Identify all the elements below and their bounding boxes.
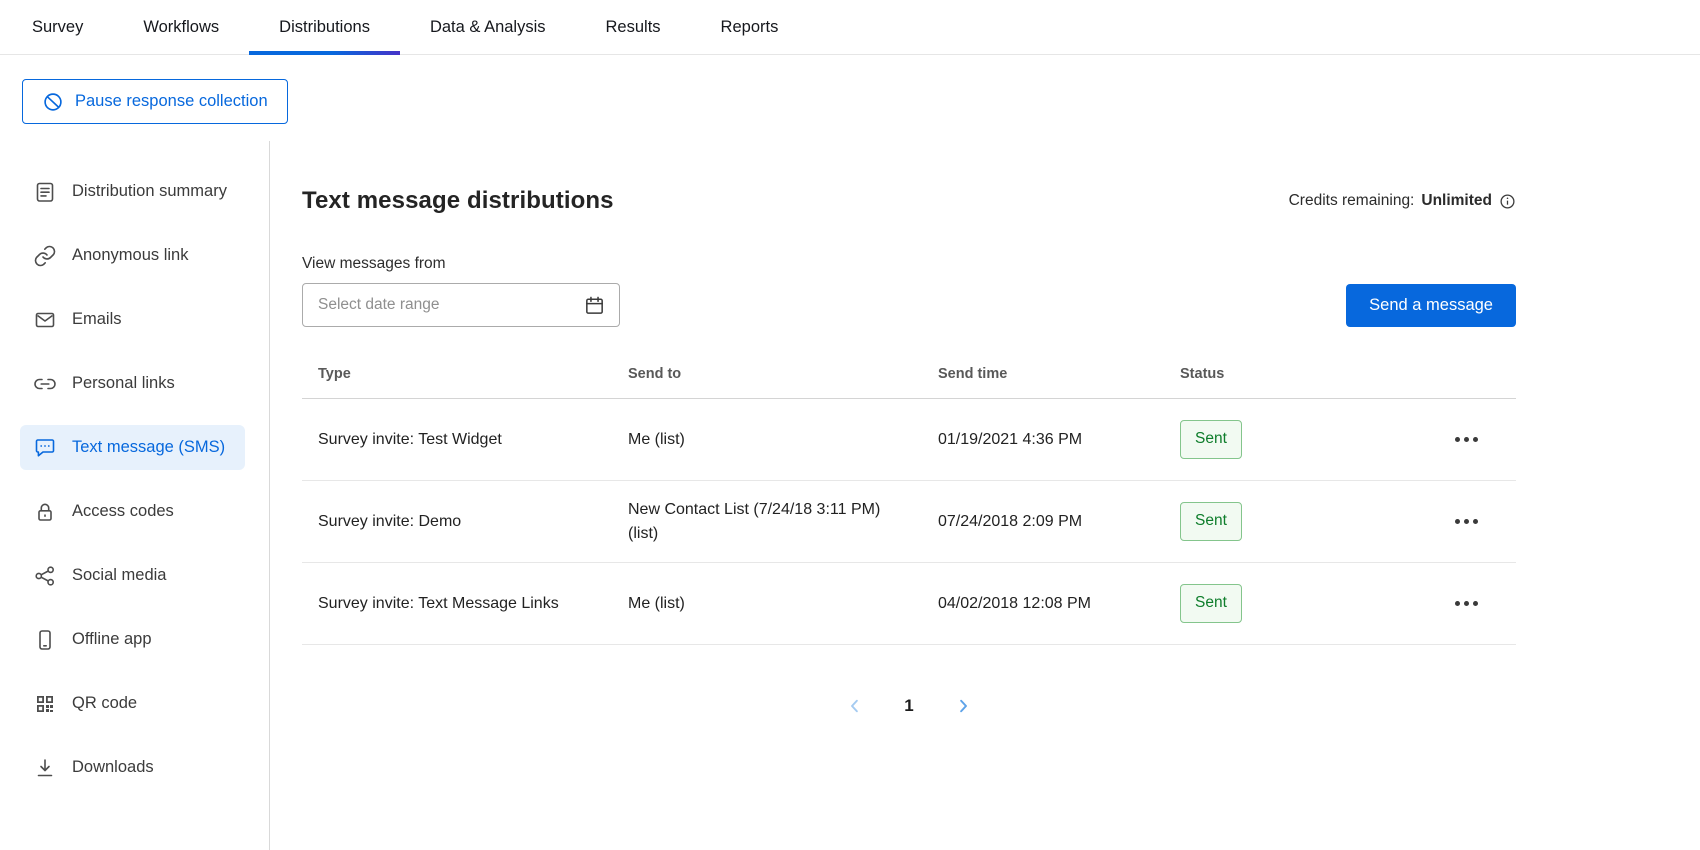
tab-label: Distributions: [279, 18, 370, 37]
qr-code-icon: [33, 692, 57, 716]
cell-send-to: Me (list): [612, 578, 922, 629]
sidebar-item-emails[interactable]: Emails: [20, 297, 245, 342]
cell-send-time: 01/19/2021 4:36 PM: [922, 414, 1164, 465]
status-badge: Sent: [1180, 502, 1242, 540]
calendar-icon[interactable]: [583, 294, 606, 317]
row-more-options-button[interactable]: [1453, 593, 1480, 614]
sidebar-item-label: Offline app: [72, 630, 152, 649]
sidebar-item-label: Social media: [72, 566, 166, 585]
sidebar-item-anonymous-link[interactable]: Anonymous link: [20, 233, 245, 278]
sidebar-item-label: Distribution summary: [72, 182, 227, 201]
row-more-options-button[interactable]: [1453, 511, 1480, 532]
tab-reports[interactable]: Reports: [691, 0, 809, 54]
cell-status: Sent: [1164, 406, 1404, 472]
document-icon: [33, 180, 57, 204]
sidebar-item-label: Anonymous link: [72, 246, 188, 265]
tab-label: Survey: [32, 18, 83, 37]
sidebar-item-label: Emails: [72, 310, 122, 329]
date-range-input[interactable]: [316, 295, 583, 315]
tab-label: Data & Analysis: [430, 18, 546, 37]
tab-survey[interactable]: Survey: [2, 0, 113, 54]
status-badge: Sent: [1180, 420, 1242, 458]
tab-label: Results: [606, 18, 661, 37]
pause-button-label: Pause response collection: [75, 92, 268, 111]
chat-bubble-icon: [33, 436, 57, 460]
tab-label: Reports: [721, 18, 779, 37]
share-icon: [33, 564, 57, 588]
mobile-icon: [33, 628, 57, 652]
sidebar-item-distribution-summary[interactable]: Distribution summary: [20, 169, 245, 214]
view-messages-label: View messages from: [302, 255, 1516, 273]
status-badge: Sent: [1180, 584, 1242, 622]
distribution-sidebar: Distribution summary Anonymous link Emai…: [0, 141, 270, 850]
credits-value: Unlimited: [1421, 192, 1492, 210]
column-header-send-time: Send time: [922, 366, 1164, 382]
cell-actions: [1404, 511, 1516, 532]
table-row: Survey invite: Demo New Contact List (7/…: [302, 481, 1516, 563]
sidebar-item-text-message-sms[interactable]: Text message (SMS): [20, 425, 245, 470]
cell-status: Sent: [1164, 488, 1404, 554]
cell-send-to: Me (list): [612, 414, 922, 465]
lock-icon: [33, 500, 57, 524]
pause-section: Pause response collection: [0, 55, 1700, 141]
next-page-button[interactable]: [950, 693, 976, 719]
tab-distributions[interactable]: Distributions: [249, 0, 400, 54]
sidebar-item-social-media[interactable]: Social media: [20, 553, 245, 598]
sidebar-item-qr-code[interactable]: QR code: [20, 681, 245, 726]
previous-page-button[interactable]: [842, 693, 868, 719]
pause-response-collection-button[interactable]: Pause response collection: [22, 79, 288, 124]
table-header-row: Type Send to Send time Status: [302, 350, 1516, 399]
sidebar-item-label: Personal links: [72, 374, 175, 393]
sidebar-item-downloads[interactable]: Downloads: [20, 745, 245, 790]
tab-data-analysis[interactable]: Data & Analysis: [400, 0, 576, 54]
credits-label: Credits remaining:: [1289, 192, 1415, 210]
date-range-field[interactable]: [302, 283, 620, 327]
column-header-send-to: Send to: [612, 366, 922, 382]
cell-actions: [1404, 593, 1516, 614]
link-icon: [33, 244, 57, 268]
prohibition-icon: [42, 91, 64, 113]
cell-send-time: 04/02/2018 12:08 PM: [922, 578, 1164, 629]
sidebar-item-label: Access codes: [72, 502, 174, 521]
sidebar-item-label: QR code: [72, 694, 137, 713]
distributions-table: Type Send to Send time Status Survey inv…: [302, 350, 1516, 645]
sidebar-item-offline-app[interactable]: Offline app: [20, 617, 245, 662]
tab-workflows[interactable]: Workflows: [113, 0, 249, 54]
cell-type: Survey invite: Test Widget: [302, 414, 612, 465]
sidebar-item-label: Downloads: [72, 758, 154, 777]
row-more-options-button[interactable]: [1453, 429, 1480, 450]
cell-actions: [1404, 429, 1516, 450]
table-row: Survey invite: Text Message Links Me (li…: [302, 563, 1516, 645]
cell-type: Survey invite: Text Message Links: [302, 578, 612, 629]
cell-send-time: 07/24/2018 2:09 PM: [922, 496, 1164, 547]
top-nav: Survey Workflows Distributions Data & An…: [0, 0, 1700, 55]
sidebar-item-label: Text message (SMS): [72, 438, 225, 457]
personal-link-icon: [33, 372, 57, 396]
cell-type: Survey invite: Demo: [302, 496, 612, 547]
send-a-message-button[interactable]: Send a message: [1346, 284, 1516, 327]
page-title: Text message distributions: [302, 187, 614, 215]
pagination: 1: [302, 693, 1516, 719]
column-header-status: Status: [1164, 366, 1404, 382]
sidebar-item-personal-links[interactable]: Personal links: [20, 361, 245, 406]
column-header-type: Type: [302, 366, 612, 382]
tab-label: Workflows: [143, 18, 219, 37]
table-row: Survey invite: Test Widget Me (list) 01/…: [302, 399, 1516, 481]
sidebar-item-access-codes[interactable]: Access codes: [20, 489, 245, 534]
cell-status: Sent: [1164, 570, 1404, 636]
info-icon[interactable]: [1499, 193, 1516, 210]
page-number-current[interactable]: 1: [898, 695, 919, 717]
main-content: Text message distributions Credits remai…: [270, 141, 1700, 850]
credits-remaining: Credits remaining: Unlimited: [1289, 192, 1516, 210]
tab-results[interactable]: Results: [576, 0, 691, 54]
download-icon: [33, 756, 57, 780]
cell-send-to: New Contact List (7/24/18 3:11 PM) (list…: [612, 484, 922, 558]
envelope-icon: [33, 308, 57, 332]
